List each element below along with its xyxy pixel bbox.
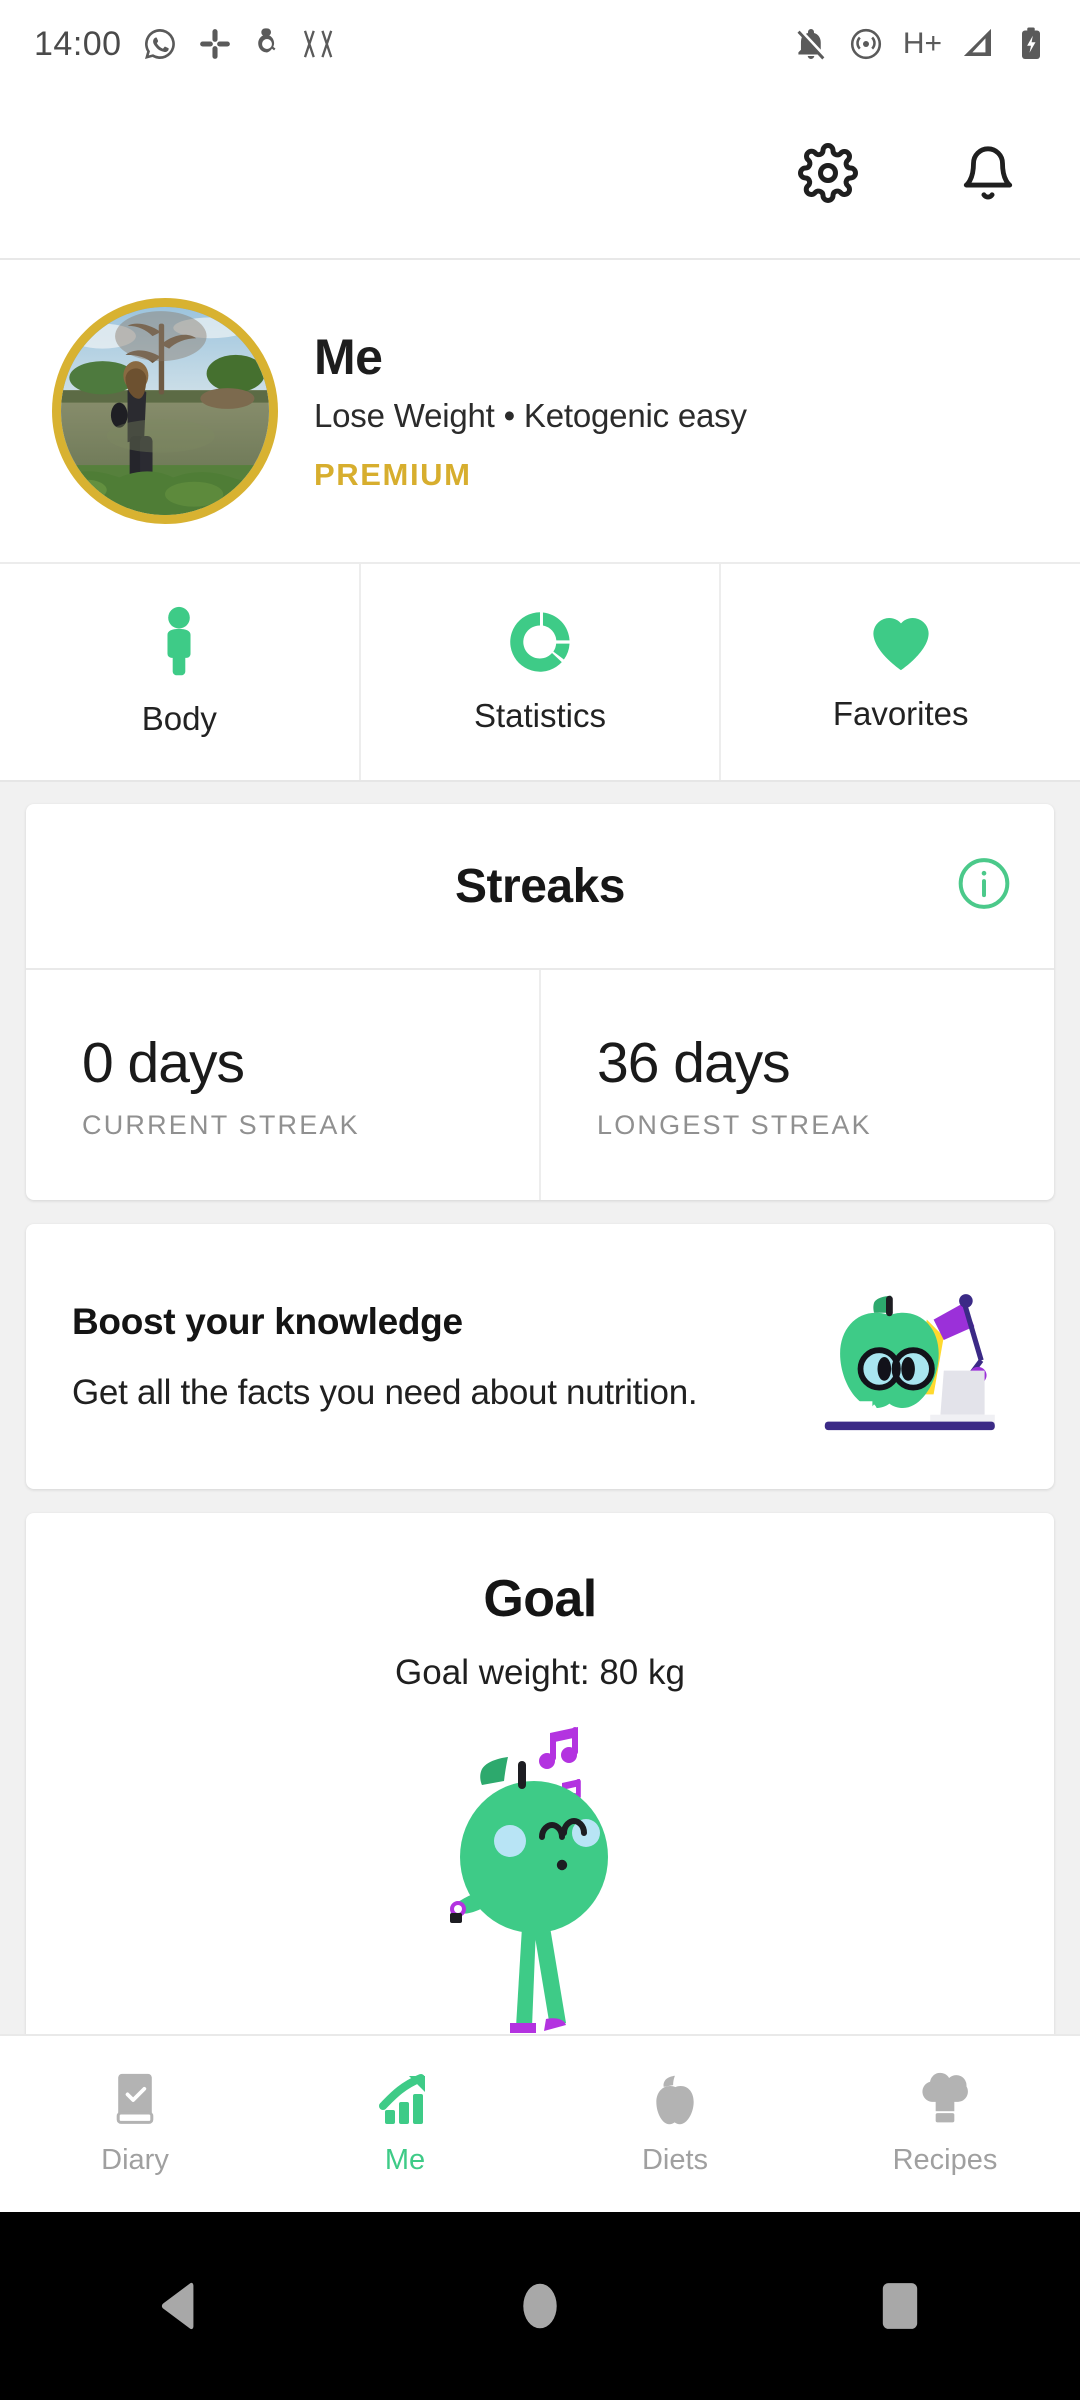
slack-icon — [199, 29, 230, 59]
settings-button[interactable] — [796, 141, 860, 205]
nav-item-me[interactable]: Me — [270, 2072, 540, 2177]
status-bar-clock: 14:00 — [34, 24, 122, 63]
boost-knowledge-card[interactable]: Boost your knowledge Get all the facts y… — [26, 1224, 1054, 1489]
apple-mascot-dancing-icon — [26, 1717, 1054, 2047]
profile-subtitle: Lose Weight • Ketogenic easy — [314, 396, 747, 434]
nav-item-diets[interactable]: Diets — [540, 2072, 810, 2177]
gear-icon — [798, 143, 858, 203]
goal-card[interactable]: Goal Goal weight: 80 kg — [26, 1513, 1054, 2073]
tile-label-favorites: Favorites — [832, 695, 969, 732]
donut-chart-icon — [510, 612, 570, 672]
app-icon — [257, 28, 276, 53]
person-icon — [167, 606, 191, 676]
streaks-card: Streaks 0 days CURRENT STREAK 36 days LO — [26, 804, 1054, 1200]
app-bar — [0, 88, 1080, 260]
profile-section[interactable]: Me Lose Weight • Ketogenic easy PREMIUM — [0, 260, 1080, 564]
notifications-button[interactable] — [956, 141, 1020, 205]
current-streak-label: CURRENT STREAK — [82, 1109, 360, 1140]
nav-item-recipes[interactable]: Recipes — [810, 2072, 1080, 2177]
status-bar: 14:00 H+ — [0, 0, 1080, 88]
avatar-photo — [61, 307, 269, 515]
recents-square-icon — [882, 2283, 918, 2329]
home-circle-icon — [523, 2283, 557, 2329]
hotspot-icon — [850, 28, 881, 60]
recents-button[interactable] — [840, 2256, 960, 2356]
streaks-info-button[interactable] — [956, 856, 1012, 917]
battery-charging-icon — [1022, 27, 1040, 59]
longest-streak-label: LONGEST STREAK — [597, 1109, 872, 1140]
tile-favorites[interactable]: Favorites — [719, 564, 1080, 780]
profile-details: Me Lose Weight • Ketogenic easy PREMIUM — [314, 329, 747, 493]
avatar-photo-art — [61, 307, 269, 515]
back-triangle-icon — [161, 2282, 194, 2330]
app-screen: 14:00 H+ Me Lose Weight • Ketogenic easy… — [0, 0, 1080, 2400]
current-streak: 0 days CURRENT STREAK — [26, 970, 539, 1200]
avatar[interactable] — [52, 298, 278, 524]
android-system-nav — [0, 2212, 1080, 2400]
chef-hat-icon — [922, 2072, 968, 2122]
tile-body[interactable]: Body — [0, 564, 359, 780]
streaks-header: Streaks — [26, 804, 1054, 970]
goal-weight-text: Goal weight: 80 kg — [395, 1653, 685, 1692]
premium-badge: PREMIUM — [314, 456, 472, 492]
back-button[interactable] — [120, 2256, 240, 2356]
apple-icon — [656, 2075, 694, 2124]
nav-item-diary[interactable]: Diary — [0, 2072, 270, 2177]
tile-statistics[interactable]: Statistics — [358, 564, 720, 780]
tile-label-statistics: Statistics — [473, 697, 607, 734]
bell-icon — [963, 146, 1013, 200]
longest-streak: 36 days LONGEST STREAK — [539, 970, 1054, 1200]
network-type-label: H+ — [902, 27, 942, 60]
streaks-title: Streaks — [455, 859, 625, 913]
growth-chart-icon — [379, 2073, 425, 2124]
diary-book-icon — [116, 2073, 154, 2124]
nav-label-recipes: Recipes — [892, 2143, 998, 2176]
streaks-stats: 0 days CURRENT STREAK 36 days LONGEST ST… — [26, 970, 1054, 1200]
vv-icon — [303, 30, 332, 58]
apple-mascot-studying-icon — [798, 1272, 1008, 1442]
quick-action-tiles: Body Statistics Favorites — [0, 564, 1080, 782]
boost-content: Boost your knowledge Get all the facts y… — [26, 1224, 1054, 1489]
info-circle-icon — [958, 858, 1010, 909]
goal-title: Goal — [483, 1570, 597, 1628]
profile-name: Me — [314, 329, 383, 386]
boost-text: Boost your knowledge Get all the facts y… — [72, 1301, 798, 1413]
tile-label-body: Body — [141, 700, 217, 737]
nav-label-diary: Diary — [101, 2143, 169, 2176]
longest-streak-value: 36 days — [597, 1030, 791, 1095]
nav-label-diets: Diets — [641, 2143, 709, 2176]
status-bar-left: 14:00 — [34, 25, 340, 64]
bottom-navigation: Diary Me Diets Recipes — [0, 2034, 1080, 2212]
signal-icon — [964, 29, 991, 56]
notifications-muted-icon — [797, 29, 825, 60]
heart-icon — [873, 618, 929, 671]
whatsapp-icon — [144, 29, 175, 59]
boost-title: Boost your knowledge — [72, 1300, 463, 1342]
boost-subtitle: Get all the facts you need about nutriti… — [72, 1372, 698, 1412]
goal-content: Goal Goal weight: 80 kg — [26, 1513, 1054, 2073]
scroll-content: Streaks 0 days CURRENT STREAK 36 days LO — [0, 782, 1080, 2073]
home-button[interactable] — [480, 2256, 600, 2356]
nav-label-me: Me — [384, 2143, 426, 2176]
status-bar-right: H+ — [793, 26, 1046, 62]
current-streak-value: 0 days — [82, 1030, 245, 1095]
